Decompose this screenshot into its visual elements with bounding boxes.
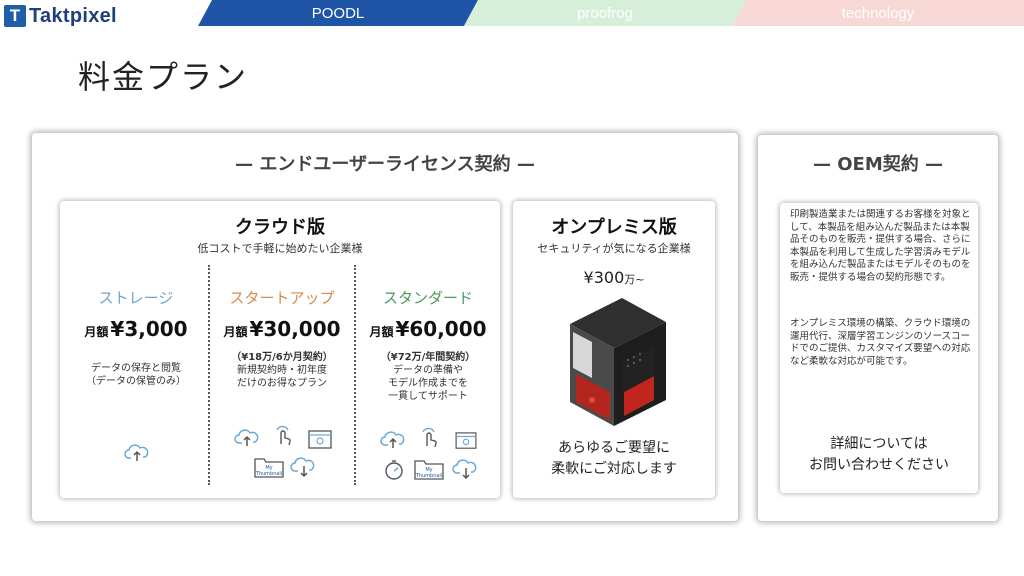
plan-notes: （¥18万/6か月契約） 新規契約時・初年度 だけのお得なプラン <box>231 352 333 389</box>
oem-heading: — OEM契約 — <box>812 154 944 175</box>
plan-storage: ストレージ <box>66 287 206 308</box>
search-window-icon <box>455 432 477 454</box>
tab-poodl[interactable]: POODL <box>198 0 478 26</box>
plan-price: 月額 ¥60,000 <box>358 317 498 341</box>
folder-icon: My Thumbnail <box>414 458 444 484</box>
price-prefix: 月額 <box>84 325 109 339</box>
logo-mark: T <box>4 5 26 27</box>
onprem-title: オンプレミス版 <box>551 217 677 238</box>
onprem-price: ¥300万~ <box>583 268 645 287</box>
tab-proofrog[interactable]: proofrog <box>464 0 746 26</box>
plan-name: スタートアップ <box>229 289 335 307</box>
touch-icon <box>418 426 442 454</box>
oem-description-2: オンプレミス環境の構築、クラウド環境の運用代行、深層学習エンジンのソースコードで… <box>790 318 971 367</box>
logo[interactable]: T Taktpixel <box>4 4 117 28</box>
price-value: ¥30,000 <box>249 317 341 341</box>
folder-icon: My Thumbnail <box>254 456 284 482</box>
touch-icon <box>272 424 296 452</box>
divider <box>354 265 356 485</box>
tab-technology[interactable]: technology <box>732 0 1024 26</box>
divider <box>208 265 210 485</box>
plan-price: 月額 ¥3,000 <box>66 317 206 341</box>
cloud-subtitle: 低コストで手軽に始めたい企業様 <box>197 242 363 255</box>
price-prefix: 月額 <box>223 325 248 339</box>
timer-icon <box>382 458 406 486</box>
onprem-subtitle: セキュリティが気になる企業様 <box>537 242 691 255</box>
plan-startup: スタートアップ <box>212 287 352 308</box>
search-window-icon <box>308 430 332 454</box>
onprem-message: あらゆるご要望に 柔軟にご対応します <box>551 440 677 477</box>
plan-name: ストレージ <box>98 289 174 307</box>
end-user-license-heading: — エンドユーザーライセンス契約 — <box>235 154 535 175</box>
price-prefix: 月額 <box>369 325 394 339</box>
plan-name: スタンダード <box>382 289 473 307</box>
plan-standard: スタンダード <box>358 287 498 308</box>
page-title: 料金プラン <box>78 58 249 96</box>
server-icon <box>562 296 668 432</box>
logo-text: Taktpixel <box>29 4 117 27</box>
oem-description: 印刷製造業または関連するお客様を対象として、本製品を組み込んだ製品または本製品そ… <box>790 209 971 283</box>
cloud-title: クラウド版 <box>235 217 325 238</box>
cloud-download-icon <box>452 458 480 484</box>
svg-text:Thumbnail: Thumbnail <box>255 471 282 477</box>
price-value: ¥60,000 <box>395 317 487 341</box>
oem-contact-message: 詳細については お問い合わせください <box>809 436 949 473</box>
cloud-upload-icon <box>380 428 408 454</box>
cloud-upload-icon <box>124 441 150 467</box>
cloud-download-icon <box>290 456 318 482</box>
price-value: ¥3,000 <box>110 317 188 341</box>
plan-notes: データの保存と閲覧 （データの保管のみ） <box>86 363 186 387</box>
svg-text:Thumbnail: Thumbnail <box>415 473 442 479</box>
plan-notes: （¥72万/年間契約） データの準備や モデル作成までを 一貫してサポート <box>380 352 476 402</box>
cloud-upload-icon <box>234 426 262 452</box>
plan-price: 月額 ¥30,000 <box>212 317 352 341</box>
